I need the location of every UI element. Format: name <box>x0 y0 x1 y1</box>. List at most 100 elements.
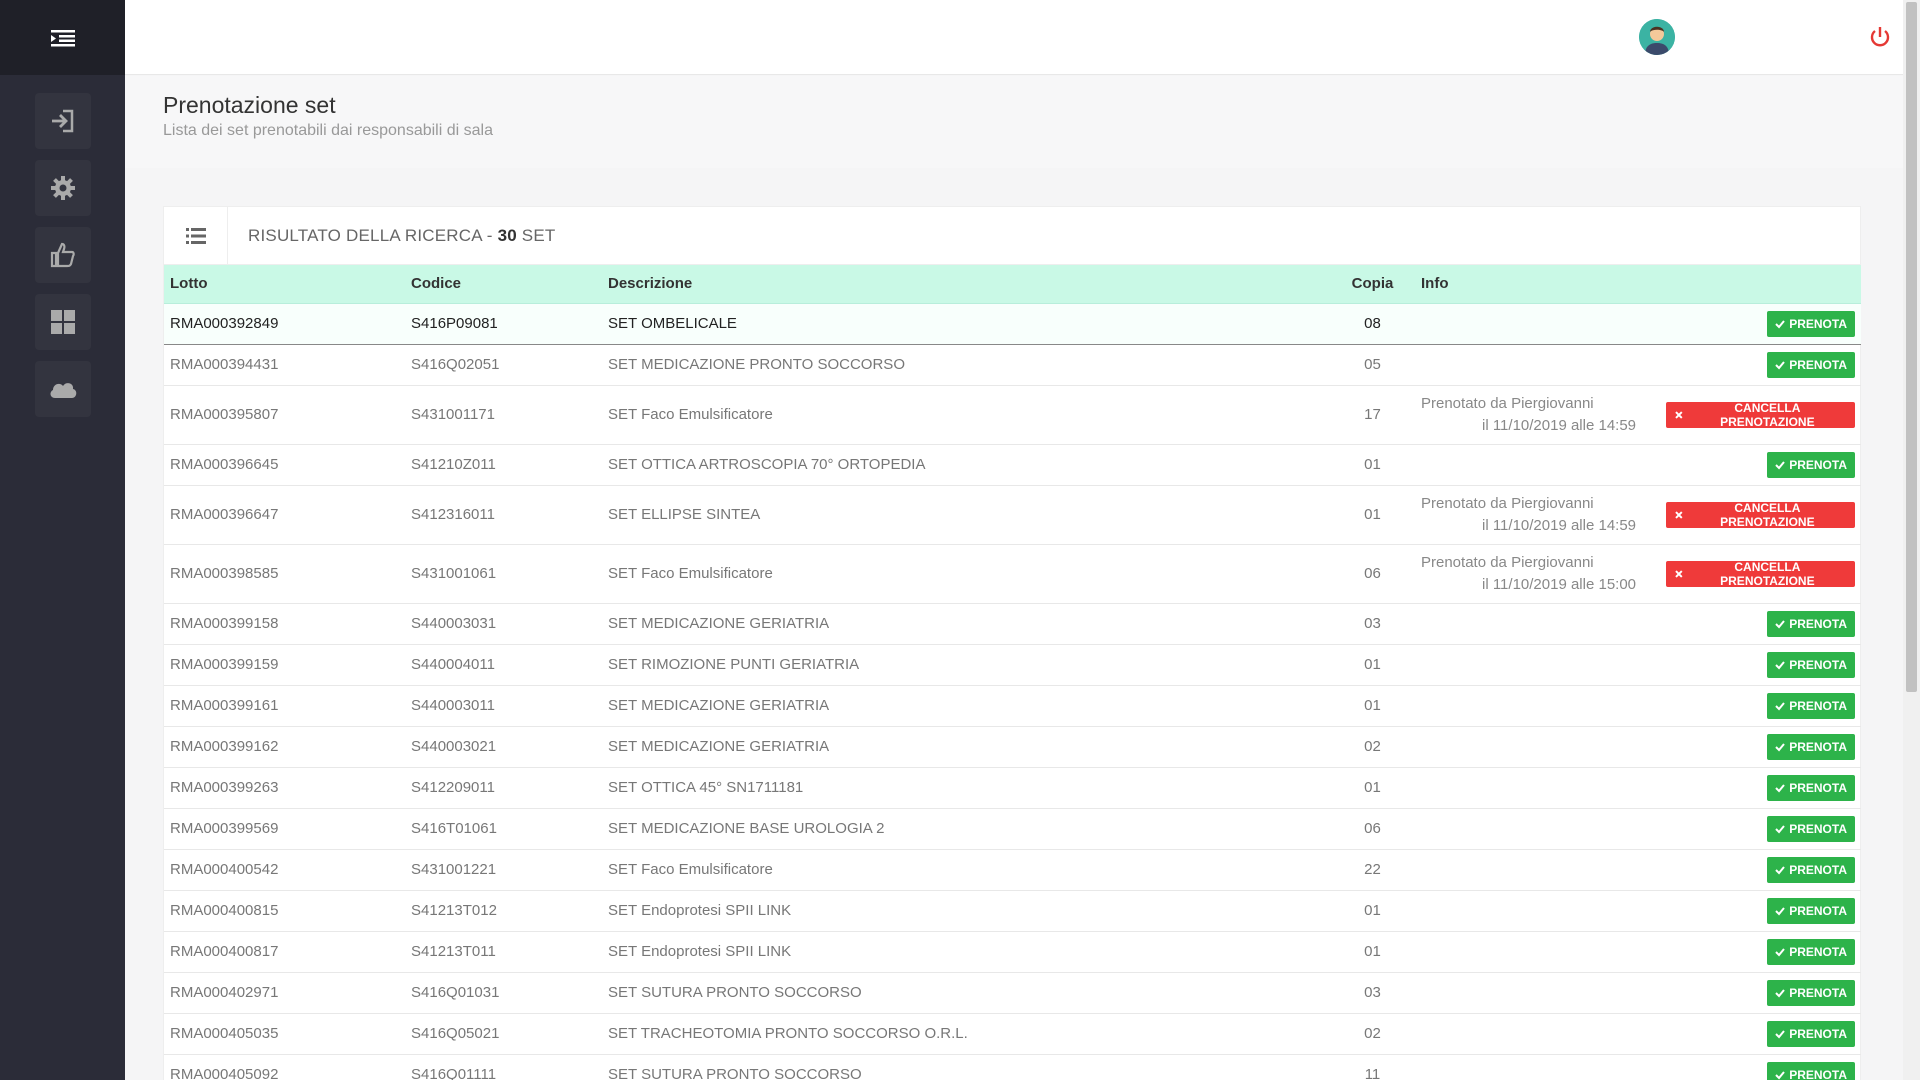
cell-descrizione: SET Faco Emulsificatore <box>602 385 1330 445</box>
cell-info <box>1415 603 1660 645</box>
avatar[interactable] <box>1639 19 1675 55</box>
cell-codice: S440003021 <box>405 726 602 768</box>
table-row[interactable]: RMA000399569 S416T01061 SET MEDICAZIONE BA… <box>164 808 1861 850</box>
cell-action: PRENOTA <box>1660 767 1861 809</box>
check-icon <box>1775 783 1785 792</box>
book-button[interactable]: PRENOTA <box>1767 651 1855 678</box>
cell-lotto: RMA000399161 <box>164 685 405 727</box>
table-row[interactable]: RMA000400817 S41213T011 SET Endoprotesi SP… <box>164 931 1861 973</box>
cell-codice: S412316011 <box>405 485 602 545</box>
cell-info <box>1415 344 1660 386</box>
cell-action: PRENOTA <box>1660 931 1861 973</box>
cell-info <box>1415 890 1660 932</box>
cell-descrizione: SET Faco Emulsificatore <box>602 544 1330 604</box>
cell-action: PRENOTA <box>1660 726 1861 768</box>
booking-date: il 11/10/2019 alle 14:59 <box>1482 516 1637 534</box>
book-button[interactable]: PRENOTA <box>1767 451 1855 478</box>
table-row[interactable]: RMA000399161 S440003011 SET MEDICAZIONE GE… <box>164 685 1861 727</box>
book-button[interactable]: PRENOTA <box>1767 1020 1855 1047</box>
nav-approve[interactable] <box>34 227 91 283</box>
cancel-booking-button[interactable]: CANCELLA PRENOTAZIONE <box>1666 500 1855 529</box>
cell-copia: 01 <box>1330 644 1415 686</box>
book-button[interactable]: PRENOTA <box>1767 1061 1855 1080</box>
book-button[interactable]: PRENOTA <box>1767 815 1855 842</box>
power-icon[interactable] <box>1868 25 1892 49</box>
table-row[interactable]: RMA000392849 S416P09081 SET OMBELICALE 08 PR… <box>164 303 1861 345</box>
cell-copia: 03 <box>1330 603 1415 645</box>
cell-info <box>1415 726 1660 768</box>
table-row[interactable]: RMA000399263 S412209011 SET OTTICA 45° SN1… <box>164 767 1861 809</box>
book-button[interactable]: PRENOTA <box>1767 310 1855 337</box>
cell-codice: S416Q01031 <box>405 972 602 1014</box>
book-button[interactable]: PRENOTA <box>1767 610 1855 637</box>
table-row[interactable]: RMA000398585 S431001061 SET Faco Emulsific… <box>164 544 1861 604</box>
scrollbar[interactable] <box>1903 0 1920 1080</box>
cell-info: Prenotato da Piergiovanni il 11/10/2019 a… <box>1415 485 1660 545</box>
cell-action: PRENOTA <box>1660 303 1861 345</box>
book-button[interactable]: PRENOTA <box>1767 856 1855 883</box>
book-button[interactable]: PRENOTA <box>1767 351 1855 378</box>
thumbs-up-icon <box>50 242 75 268</box>
cell-copia: 01 <box>1330 931 1415 973</box>
table-row[interactable]: RMA000405035 S416Q05021 SET TRACHEOTOMIA P… <box>164 1013 1861 1055</box>
table-row[interactable]: RMA000405092 S416Q01111 SET SUTURA PRONTO … <box>164 1054 1861 1080</box>
booking-info: Prenotato da Piergiovanni il 11/10/2019 a… <box>1421 393 1654 437</box>
col-codice[interactable]: Codice <box>405 265 602 304</box>
check-icon <box>1775 988 1785 997</box>
book-button[interactable]: PRENOTA <box>1767 897 1855 924</box>
login-icon <box>51 109 73 133</box>
nav-settings[interactable] <box>34 160 91 216</box>
x-icon <box>1675 510 1683 519</box>
book-button[interactable]: PRENOTA <box>1767 979 1855 1006</box>
col-copia[interactable]: Copia <box>1330 265 1415 304</box>
scrollbar-thumb[interactable] <box>1906 2 1917 692</box>
cell-descrizione: SET MEDICAZIONE BASE UROLOGIA 2 <box>602 808 1330 850</box>
nav-login[interactable] <box>34 93 91 149</box>
cell-descrizione: SET ELLIPSE SINTEA <box>602 485 1330 545</box>
cell-info <box>1415 644 1660 686</box>
button-label: PRENOTA <box>1789 1026 1847 1041</box>
cell-lotto: RMA000396645 <box>164 444 405 486</box>
page-header: Prenotazione set Lista dei set prenotabi… <box>125 76 1903 168</box>
col-descrizione[interactable]: Descrizione <box>602 265 1330 304</box>
book-button[interactable]: PRENOTA <box>1767 774 1855 801</box>
cell-codice: S440004011 <box>405 644 602 686</box>
cell-codice: S416Q01111 <box>405 1054 602 1080</box>
table-row[interactable]: RMA000400542 S431001221 SET Faco Emulsific… <box>164 849 1861 891</box>
table-row[interactable]: RMA000394431 S416Q02051 SET MEDICAZIONE PR… <box>164 344 1861 386</box>
button-label: CANCELLA PRENOTAZIONE <box>1720 500 1815 529</box>
table-row[interactable]: RMA000400815 S41213T012 SET Endoprotesi SP… <box>164 890 1861 932</box>
cancel-booking-button[interactable]: CANCELLA PRENOTAZIONE <box>1666 401 1855 429</box>
check-icon <box>1775 865 1785 874</box>
book-button[interactable]: PRENOTA <box>1767 733 1855 760</box>
col-lotto[interactable]: Lotto <box>164 265 405 304</box>
cell-copia: 02 <box>1330 726 1415 768</box>
sidebar-header <box>0 0 125 75</box>
menu-toggle-icon[interactable] <box>49 24 77 52</box>
cell-lotto: RMA000400815 <box>164 890 405 932</box>
table-row[interactable]: RMA000399159 S440004011 SET RIMOZIONE PUNT… <box>164 644 1861 686</box>
table-row[interactable]: RMA000402971 S416Q01031 SET SUTURA PRONTO … <box>164 972 1861 1014</box>
book-button[interactable]: PRENOTA <box>1767 692 1855 719</box>
table-row[interactable]: RMA000399162 S440003021 SET MEDICAZIONE GE… <box>164 726 1861 768</box>
col-info[interactable]: Info <box>1415 265 1660 304</box>
cell-copia: 11 <box>1330 1054 1415 1080</box>
cancel-booking-button[interactable]: CANCELLA PRENOTAZIONE <box>1666 560 1855 588</box>
button-label: PRENOTA <box>1789 457 1847 472</box>
table-row[interactable]: RMA000399158 S440003031 SET MEDICAZIONE GE… <box>164 603 1861 645</box>
nav-dashboard[interactable] <box>34 294 91 350</box>
cell-lotto: RMA000395807 <box>164 385 405 445</box>
book-button[interactable]: PRENOTA <box>1767 938 1855 965</box>
table-row[interactable]: RMA000396645 S41210Z011 SET OTTICA ARTROSC… <box>164 444 1861 486</box>
grid-icon <box>50 310 75 334</box>
nav-cloud[interactable] <box>34 361 91 417</box>
table-row[interactable]: RMA000396647 S412316011 SET ELLIPSE SINTEA… <box>164 485 1861 545</box>
results-table: Lotto Codice Descrizione Copia Info RMA0… <box>164 265 1861 1080</box>
cell-lotto: RMA000399158 <box>164 603 405 645</box>
table-row[interactable]: RMA000395807 S431001171 SET Faco Emulsific… <box>164 385 1861 445</box>
cell-descrizione: SET MEDICAZIONE GERIATRIA <box>602 726 1330 768</box>
cell-info <box>1415 1054 1660 1080</box>
cell-descrizione: SET MEDICAZIONE GERIATRIA <box>602 603 1330 645</box>
booking-by: Prenotato da Piergiovanni <box>1421 394 1594 412</box>
check-icon <box>1775 824 1785 833</box>
